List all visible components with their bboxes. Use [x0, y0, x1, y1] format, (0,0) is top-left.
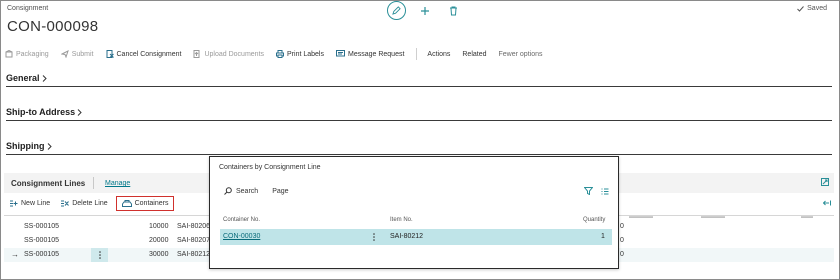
shipping-label: Shipping: [6, 141, 45, 151]
message-icon: [335, 50, 345, 57]
item-no-cell: SAI-80212: [177, 251, 211, 258]
page-tab[interactable]: Page: [272, 188, 288, 195]
message-request-label: Message Request: [347, 50, 405, 58]
ship-to-label: Ship-to Address: [6, 107, 76, 117]
actions-menu[interactable]: Actions: [427, 51, 450, 58]
packaging-button[interactable]: Packaging: [5, 50, 49, 58]
pencil-icon: [392, 6, 401, 15]
search-icon[interactable]: [224, 187, 232, 195]
delete-line-button[interactable]: Delete Line: [60, 200, 108, 207]
submit-icon: [60, 50, 69, 58]
message-request-button[interactable]: Message Request: [335, 50, 405, 58]
container-row[interactable]: CON-00030 SAI-80212 1: [220, 229, 612, 245]
chevron-right-icon: [77, 108, 82, 116]
delete-line-label: Delete Line: [72, 200, 108, 207]
doc-no-cell: SS-000105: [24, 223, 60, 230]
upload-icon: [193, 50, 200, 58]
right-value-cell: 0: [620, 223, 624, 230]
item-no-cell: SAI-80207: [177, 237, 211, 244]
quantity-header[interactable]: Quantity: [583, 217, 605, 223]
list-view-icon[interactable]: [601, 188, 609, 197]
collapse-lines-icon[interactable]: [822, 199, 831, 208]
lines-manage-tab[interactable]: Manage: [105, 180, 130, 187]
right-value-cell: 0: [620, 251, 624, 258]
submit-button[interactable]: Submit: [60, 50, 94, 58]
page-title: CON-000098: [7, 18, 99, 35]
saved-label: Saved: [807, 5, 827, 12]
doc-no-cell: SS-000105: [24, 251, 60, 258]
more-vertical-icon[interactable]: [373, 233, 375, 243]
item-no-header[interactable]: Item No.: [390, 217, 413, 223]
line-no-cell: 20000: [149, 237, 169, 244]
packaging-icon: [5, 50, 13, 58]
action-divider: [416, 48, 418, 60]
top-actions: [387, 1, 462, 20]
related-menu[interactable]: Related: [462, 51, 486, 58]
container-no-link[interactable]: CON-00030: [223, 233, 260, 240]
shipping-section-header[interactable]: Shipping: [6, 141, 52, 151]
dialog-title: Containers by Consignment Line: [219, 164, 321, 171]
plus-icon: [421, 6, 429, 15]
print-labels-label: Print Labels: [287, 50, 324, 58]
dialog-toolbar: Search Page: [224, 187, 289, 195]
print-labels-button[interactable]: Print Labels: [276, 50, 324, 58]
new-line-label: New Line: [21, 200, 51, 207]
more-vertical-icon: [98, 251, 101, 259]
check-icon: [797, 5, 805, 12]
print-icon: [276, 50, 285, 58]
new-button[interactable]: [416, 2, 434, 20]
right-value-cell: 0: [620, 237, 624, 244]
trash-icon: [449, 6, 457, 15]
cancel-consignment-button[interactable]: Cancel Consignment: [106, 50, 182, 58]
row-menu-button[interactable]: [91, 248, 108, 262]
delete-line-icon: [61, 200, 70, 207]
doc-no-cell: SS-000105: [24, 237, 60, 244]
chevron-right-icon: [47, 142, 52, 150]
item-no-cell: SAI-80206: [177, 223, 211, 230]
action-bar: Packaging Submit Cancel Consignment Uplo…: [5, 47, 554, 61]
edit-button[interactable]: [387, 1, 406, 20]
general-divider: [6, 86, 832, 87]
expand-icon[interactable]: [821, 178, 829, 188]
general-section-header[interactable]: General: [6, 73, 47, 83]
new-line-button[interactable]: New Line: [9, 200, 50, 207]
search-button[interactable]: Search: [236, 188, 258, 195]
general-label: General: [6, 73, 40, 83]
cancel-doc-icon: [106, 50, 114, 58]
filter-icon[interactable]: [583, 187, 594, 197]
lines-title: Consignment Lines: [11, 179, 86, 188]
ship-to-section-header[interactable]: Ship-to Address: [6, 107, 82, 117]
packaging-label: Packaging: [16, 50, 49, 58]
saved-status: Saved: [797, 5, 827, 12]
container-no-header[interactable]: Container No.: [223, 217, 260, 223]
cancel-consignment-label: Cancel Consignment: [116, 50, 182, 58]
line-no-cell: 10000: [149, 223, 169, 230]
lines-action-bar: New Line Delete Line Containers: [9, 196, 184, 211]
upload-documents-button[interactable]: Upload Documents: [193, 50, 264, 58]
page-caption: Consignment: [7, 5, 49, 12]
new-line-icon: [10, 200, 18, 207]
containers-dialog: Containers by Consignment Line Search Pa…: [209, 156, 619, 269]
quantity-cell: 1: [601, 233, 605, 240]
delete-button[interactable]: [444, 2, 462, 20]
containers-label: Containers: [134, 200, 169, 207]
ship-to-divider: [6, 120, 832, 121]
item-no-cell: SAI-80212: [390, 233, 424, 240]
fewer-options-button[interactable]: Fewer options: [499, 51, 543, 58]
current-row-arrow-icon: →: [11, 250, 19, 259]
line-no-cell: 30000: [149, 251, 169, 258]
container-icon: [121, 200, 132, 207]
chevron-right-icon: [42, 74, 47, 82]
containers-button[interactable]: Containers: [115, 196, 175, 211]
lines-title-divider: [93, 177, 94, 189]
upload-documents-label: Upload Documents: [204, 50, 265, 58]
submit-label: Submit: [71, 50, 94, 58]
page-frame: Consignment CON-000098 Saved Packaging S…: [0, 0, 840, 280]
shipping-divider: [6, 154, 832, 155]
